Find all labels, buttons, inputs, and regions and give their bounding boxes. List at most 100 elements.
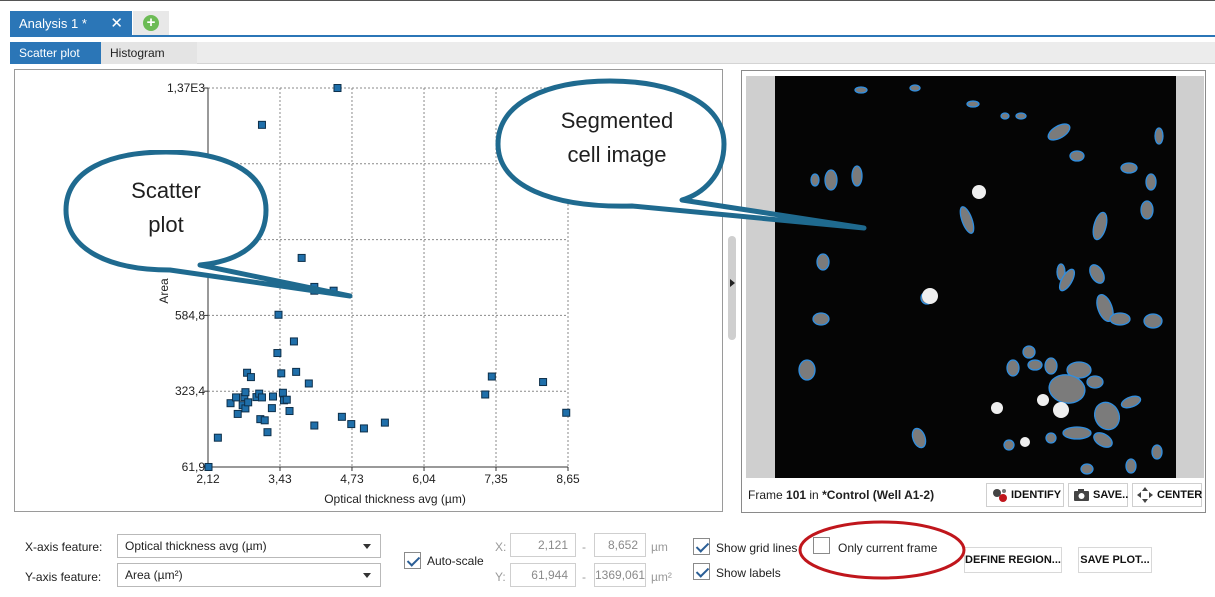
scatter-point: [337, 412, 346, 421]
x-axis-title: Optical thickness avg (µm): [324, 492, 466, 506]
cell-outline: [1006, 359, 1020, 377]
expand-arrow-icon[interactable]: [730, 279, 735, 287]
scatter-point: [260, 416, 269, 425]
cell-outline: [1086, 375, 1104, 389]
bright-cell: [972, 185, 986, 199]
bright-cell: [1053, 402, 1069, 418]
cell-outline: [1143, 313, 1163, 329]
scatter-point: [278, 388, 287, 397]
y-max-input[interactable]: 1369,061: [594, 563, 646, 587]
scatter-point: [241, 388, 250, 397]
scatter-point: [232, 393, 241, 402]
cell-outline: [1109, 312, 1131, 326]
x-min-input[interactable]: 2,121: [510, 533, 576, 557]
scatter-point: [347, 420, 356, 429]
x-max-input[interactable]: 8,652: [594, 533, 646, 557]
window-top-border: [0, 0, 1215, 1]
scatter-callout-text: Scatter plot: [66, 174, 266, 242]
bright-cell: [1037, 394, 1049, 406]
cell-outline: [798, 359, 816, 381]
segmented-callout-line-2: cell image: [567, 142, 667, 167]
save-image-button[interactable]: SAVE..: [1068, 483, 1128, 507]
cell-outline: [1022, 345, 1036, 359]
frame-info: Frame 101 in *Control (Well A1-2): [748, 488, 934, 502]
x-axis-feature-select[interactable]: Optical thickness avg (µm): [117, 534, 381, 558]
scatter-point: [562, 408, 571, 417]
auto-scale-checkbox[interactable]: [404, 552, 421, 569]
view-tab-strip: Scatter plot Histogram: [10, 42, 1215, 64]
scatter-point: [292, 367, 301, 376]
x-unit-label: µm: [651, 540, 668, 554]
cell-outline: [1027, 359, 1043, 371]
identify-label: IDENTIFY: [1011, 489, 1062, 501]
scatter-point: [257, 120, 266, 129]
y-tick-label: 1,37E3: [167, 81, 205, 95]
camera-icon: [1074, 489, 1089, 501]
y-axis-feature-select[interactable]: Area (µm²): [117, 563, 381, 587]
y-min-input[interactable]: 61,944: [510, 563, 576, 587]
highlight-ellipse: [798, 520, 966, 580]
segmented-callout-text: Segmented cell image: [504, 104, 730, 172]
cell-outline: [1140, 200, 1154, 220]
x-axis-feature-label: X-axis feature:: [25, 540, 103, 554]
scatter-point: [539, 378, 548, 387]
y-axis-feature-label: Y-axis feature:: [25, 570, 102, 584]
frame-source: *Control (Well A1-2): [822, 488, 935, 502]
cell-outline: [1145, 173, 1157, 191]
scatter-point: [277, 369, 286, 378]
cell-outline: [1045, 432, 1057, 444]
cell-outline: [1154, 127, 1164, 145]
scatter-point: [257, 393, 266, 402]
identify-button[interactable]: IDENTIFY: [986, 483, 1064, 507]
cell-outline: [1015, 112, 1027, 120]
tab-analysis-1-label: Analysis 1 *: [19, 15, 87, 31]
panel-splitter-handle[interactable]: [728, 236, 736, 340]
scatter-point: [204, 462, 213, 471]
save-plot-button[interactable]: SAVE PLOT...: [1078, 547, 1152, 573]
show-grid-lines-checkbox[interactable]: [693, 538, 710, 555]
tab-scatter-plot[interactable]: Scatter plot: [10, 42, 101, 64]
cell-outline: [1000, 112, 1010, 120]
segmented-callout-line-1: Segmented: [560, 108, 674, 133]
x-range-prefix: X:: [495, 540, 507, 554]
y-axis-feature-value: Area (µm²): [125, 568, 183, 582]
center-label: CENTER: [1157, 489, 1203, 501]
bright-cell: [1020, 437, 1030, 447]
bright-cell: [922, 288, 938, 304]
chevron-down-icon: [363, 573, 371, 578]
tab-analysis-1[interactable]: Analysis 1 * ✕: [10, 11, 132, 35]
scatter-point: [481, 390, 490, 399]
scatter-callout-line-2: plot: [148, 212, 184, 237]
x-tick-label: 7,35: [484, 472, 508, 486]
y-tick-label: 584,8: [175, 308, 205, 322]
center-button[interactable]: CENTER: [1132, 483, 1202, 507]
scatter-point: [333, 84, 342, 93]
scatter-point: [244, 398, 253, 407]
show-grid-lines-label: Show grid lines: [716, 541, 798, 555]
scatter-point: [359, 424, 368, 433]
scatter-point: [213, 433, 222, 442]
scatter-point: [304, 379, 313, 388]
plus-circle-icon: +: [143, 15, 159, 31]
define-region-button[interactable]: DEFINE REGION...: [964, 547, 1062, 573]
tab-histogram[interactable]: Histogram: [101, 42, 197, 64]
cell-outline: [816, 253, 830, 271]
scatter-point: [267, 404, 276, 413]
move-arrows-icon: [1137, 487, 1153, 503]
cell-outline: [1125, 458, 1137, 474]
scatter-point: [310, 421, 319, 430]
cell-outline: [966, 100, 980, 108]
show-labels-checkbox[interactable]: [693, 563, 710, 580]
scatter-point: [273, 349, 282, 358]
x-tick-label: 8,65: [556, 472, 580, 486]
tab-underline: [10, 35, 1215, 37]
y-tick-label: 61,9: [182, 460, 206, 474]
auto-scale-label: Auto-scale: [427, 554, 484, 568]
show-labels-label: Show labels: [716, 566, 781, 580]
cell-outline: [909, 84, 921, 92]
scatter-point: [233, 409, 242, 418]
scatter-point: [282, 395, 291, 404]
cell-outline: [1044, 357, 1058, 375]
close-tab-icon[interactable]: ✕: [110, 14, 123, 32]
add-tab-button[interactable]: +: [133, 11, 169, 35]
